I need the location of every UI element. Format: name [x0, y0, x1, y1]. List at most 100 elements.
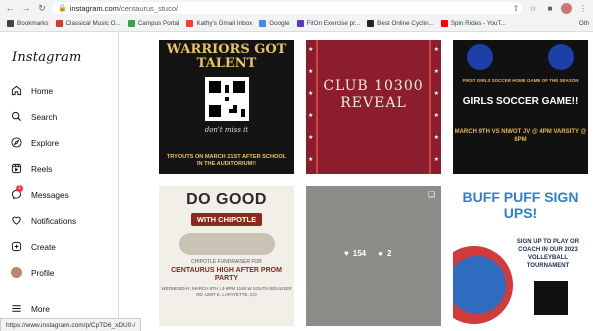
nav-label: Home — [31, 85, 54, 96]
bookmark-item[interactable]: Kathy's Gmail Inbox — [186, 20, 252, 27]
post-title: BUFF PUFF SIGN UPS! — [462, 189, 579, 221]
bookmark-favicon-icon — [367, 20, 375, 27]
unread-badge: 1 — [16, 185, 23, 192]
bookmark-favicon-icon — [296, 20, 304, 27]
nav-reels[interactable]: Reels — [11, 163, 52, 174]
star-icon: ★ — [433, 47, 439, 53]
nav-search[interactable]: Search — [11, 111, 57, 122]
nav-more[interactable]: More — [11, 303, 50, 314]
like-count: 154 — [352, 249, 367, 258]
bookmark-favicon-icon — [55, 20, 63, 27]
menu-icon — [11, 303, 22, 314]
nav-explore[interactable]: Explore — [11, 137, 59, 148]
carousel-icon: ❏ — [427, 190, 435, 199]
star-icon: ★ — [308, 135, 314, 141]
reels-icon — [11, 163, 22, 174]
sidebar: Instagram Home Search Explore Reels 1 Me… — [0, 32, 119, 331]
nav-label: Reels — [31, 163, 53, 174]
star-icon: ★ — [308, 69, 314, 75]
nav-profile[interactable]: Profile — [11, 267, 55, 278]
profile-avatar[interactable] — [561, 2, 572, 14]
extensions-icon[interactable]: ■ — [544, 2, 556, 14]
star-icon: ★ — [433, 135, 439, 141]
nav-label: Create — [31, 241, 56, 252]
post-hover-stats: ♥ 154 ● 2 — [344, 249, 391, 258]
nav-label: Explore — [31, 137, 60, 148]
bookmarks-bar: ★ Bookmarks Classical Music O... Campus P… — [0, 16, 593, 32]
post-title: DO GOOD — [186, 191, 267, 208]
bookmark-item[interactable]: Campus Portal — [127, 20, 179, 27]
post-tile[interactable]: BUFF PUFF SIGN UPS! SIGN UP TO PLAY OR C… — [453, 186, 588, 326]
star-icon: ★ — [433, 113, 439, 119]
instagram-logo[interactable]: Instagram — [12, 50, 82, 65]
bookmark-favicon-icon — [127, 20, 135, 27]
star-icon: ★ — [308, 113, 314, 119]
post-tile[interactable]: FIRST GIRLS SOCCER HOME GAME OF THE SEAS… — [453, 40, 588, 174]
nav-label: Notifications — [31, 215, 77, 226]
address-bar[interactable]: 🔒 instagram.com/centaurus_stuco/ — [52, 2, 522, 14]
comment-icon: ● — [378, 249, 383, 258]
compass-icon — [11, 137, 22, 148]
search-icon — [11, 111, 22, 122]
nav-label: Profile — [31, 267, 55, 278]
lock-icon[interactable]: 🔒 — [58, 4, 67, 12]
soccer-ball-icon — [467, 44, 493, 70]
post-line: WEDNESDAY, MARCH 8TH | 4-8PM 1165 W SOUT… — [161, 286, 292, 297]
qr-code — [204, 77, 249, 121]
post-note: TRYOUTS ON MARCH 21ST AFTER SCHOOL IN TH… — [166, 154, 287, 167]
post-tile[interactable]: DO GOOD WITH CHIPOTLE CHIPOTLE FUNDRAISE… — [159, 186, 294, 326]
nav-label: Messages — [31, 189, 69, 200]
bookmark-item[interactable]: FitOn Exercise pr... — [296, 20, 360, 27]
nav-messages[interactable]: 1 Messages — [11, 185, 69, 200]
bookmark-item[interactable]: Spin Rides - YouT... — [440, 20, 506, 27]
heart-icon: ♥ — [344, 249, 349, 258]
post-tile[interactable]: ❏ ♥ 154 ● 2 — [306, 186, 441, 326]
star-icon[interactable]: ☆ — [527, 2, 539, 14]
kebab-menu-icon[interactable]: ⋮ — [577, 2, 589, 14]
bookmark-favicon-icon: ★ — [7, 20, 14, 27]
avatar — [11, 267, 22, 278]
post-title: GIRLS SOCCER GAME!! — [462, 96, 579, 107]
star-icon: ★ — [433, 157, 439, 163]
nav-home[interactable]: Home — [11, 85, 53, 96]
bookmark-item[interactable]: Classical Music O... — [55, 20, 121, 27]
star-icon: ★ — [308, 47, 314, 53]
burrito-image — [178, 233, 275, 255]
post-details: MARCH 9TH VS NIWOT JV @ 4PM VARSITY @ 6P… — [454, 129, 587, 143]
post-line: CENTAURUS HIGH AFTER PROM PARTY — [171, 267, 282, 282]
bookmark-item[interactable]: Best Online Cyclin... — [367, 20, 434, 27]
nav-label: Search — [31, 111, 58, 122]
post-script-text: don't miss it — [204, 126, 249, 134]
post-brand: WITH CHIPOTLE — [190, 213, 263, 226]
plus-square-icon — [11, 241, 22, 252]
home-icon — [11, 85, 22, 96]
browser-toolbar: ← → ↻ 🔒 instagram.com/centaurus_stuco/ ⇧… — [0, 0, 593, 16]
nav-label: More — [31, 303, 50, 314]
back-icon[interactable]: ← — [4, 2, 16, 14]
nav-create[interactable]: Create — [11, 241, 56, 252]
post-tile[interactable]: ★ ★ ★ ★ ★ ★ ★ ★ ★ ★ ★ ★ CLUB 10300 REVEA… — [306, 40, 441, 174]
other-bookmarks[interactable]: Oth — [579, 20, 589, 27]
heart-icon — [11, 215, 22, 226]
post-title: CLUB 10300 REVEAL — [323, 78, 424, 111]
star-icon: ★ — [308, 157, 314, 163]
post-tile[interactable]: WARRIORS GOT TALENT don't miss it TRYOUT… — [159, 40, 294, 174]
star-icon: ★ — [433, 69, 439, 75]
post-title: WARRIORS GOT TALENT — [166, 42, 287, 71]
post-info: SIGN UP TO PLAY OR COACH IN OUR 2023 VOL… — [516, 239, 580, 269]
nav-notifications[interactable]: Notifications — [11, 215, 76, 226]
forward-icon[interactable]: → — [20, 2, 32, 14]
share-icon[interactable]: ⇧ — [510, 2, 522, 14]
bookmark-item[interactable]: ★ Bookmarks — [7, 20, 49, 27]
qr-code — [534, 281, 568, 315]
gmail-icon — [186, 20, 194, 27]
reload-icon[interactable]: ↻ — [36, 2, 48, 14]
status-bar-url: https://www.instagram.com/p/CpTD6_xDU0-/ — [0, 318, 142, 331]
post-line: CHIPOTLE FUNDRAISER FOR — [191, 259, 262, 265]
post-subtitle: FIRST GIRLS SOCCER HOME GAME OF THE SEAS… — [462, 78, 579, 83]
url-text: instagram.com/centaurus_stuco/ — [69, 3, 179, 13]
soccer-ball-icon — [548, 44, 574, 70]
messenger-icon: 1 — [11, 185, 23, 200]
bookmark-item[interactable]: Google — [259, 20, 290, 27]
youtube-icon — [440, 20, 448, 27]
